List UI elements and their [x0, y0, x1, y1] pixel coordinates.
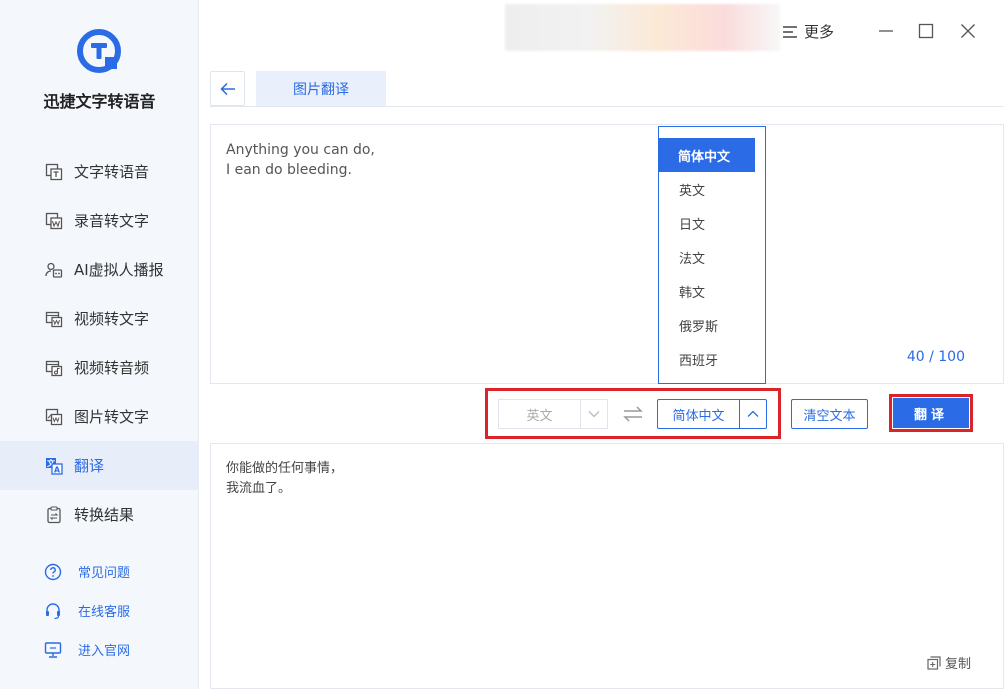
image-to-text-icon — [44, 407, 64, 427]
results-icon — [44, 505, 64, 525]
video-to-text-icon — [44, 309, 64, 329]
more-label: 更多 — [804, 23, 835, 41]
link-label: 常见问题 — [78, 566, 131, 581]
target-language-select[interactable]: 简体中文 — [657, 399, 767, 429]
link-online-support[interactable]: 在线客服 — [0, 591, 199, 630]
link-label: 在线客服 — [78, 605, 131, 620]
more-button[interactable]: 更多 — [782, 21, 834, 42]
sidebar-item-label: 文字转语音 — [74, 163, 150, 181]
copy-label: 复制 — [944, 657, 971, 672]
sidebar-item-results[interactable]: 转换结果 — [0, 490, 199, 539]
sidebar-item-translate[interactable]: 文A 翻译 — [0, 441, 199, 490]
chevron-down-icon — [580, 400, 607, 428]
result-text-area[interactable]: 你能做的任何事情， 我流血了。 复制 — [210, 443, 1004, 689]
faq-icon — [44, 563, 62, 581]
chevron-up-icon — [739, 400, 766, 428]
sidebar-item-image-to-text[interactable]: 图片转文字 — [0, 392, 199, 441]
ai-avatar-icon — [44, 260, 64, 280]
dropdown-option-english[interactable]: 英文 — [659, 172, 765, 206]
clear-text-button[interactable]: 清空文本 — [791, 399, 868, 429]
menu-icon — [783, 25, 797, 38]
source-line-1: Anything you can do, — [226, 142, 375, 158]
dropdown-option-simplified-chinese[interactable]: 简体中文 — [659, 138, 755, 172]
text-to-speech-icon — [44, 162, 64, 182]
source-language-select[interactable]: 英文 — [498, 399, 608, 429]
link-label: 进入官网 — [78, 644, 131, 659]
sidebar-item-video-to-audio[interactable]: 视频转音频 — [0, 343, 199, 392]
link-faq[interactable]: 常见问题 — [0, 552, 199, 591]
sidebar-item-label: 翻译 — [74, 457, 105, 475]
sidebar-nav: 文字转语音 录音转文字 AI虚拟人播报 视频转文字 视频转音频 图片转文字 文 … — [0, 147, 199, 539]
sidebar-item-text-to-speech[interactable]: 文字转语音 — [0, 147, 199, 196]
headset-icon — [44, 602, 62, 620]
sidebar-item-label: 视频转文字 — [74, 310, 150, 328]
sidebar-item-label: 图片转文字 — [74, 408, 150, 426]
dropdown-option-korean[interactable]: 韩文 — [659, 274, 765, 308]
source-text-area[interactable]: Anything you can do, I ean do bleeding. … — [210, 124, 1004, 384]
sidebar-item-label: 视频转音频 — [74, 359, 150, 377]
tab-image-translate[interactable]: 图片翻译 — [256, 71, 386, 106]
maximize-icon — [918, 23, 934, 39]
close-icon — [961, 24, 975, 38]
result-text: 你能做的任何事情， 我流血了。 — [226, 459, 343, 499]
copy-icon — [927, 655, 941, 670]
dropdown-option-french[interactable]: 法文 — [659, 240, 765, 274]
sidebar-item-recording-to-text[interactable]: 录音转文字 — [0, 196, 199, 245]
source-line-2: I ean do bleeding. — [226, 162, 352, 178]
sidebar-item-label: 转换结果 — [74, 506, 135, 524]
app-name: 迅捷文字转语音 — [43, 92, 156, 111]
translate-button[interactable]: 翻译 — [893, 398, 969, 428]
dropdown-option-russian[interactable]: 俄罗斯 — [659, 308, 765, 342]
arrow-left-icon — [219, 82, 235, 95]
video-to-audio-icon — [44, 358, 64, 378]
source-text: Anything you can do, I ean do bleeding. — [226, 140, 375, 180]
sidebar: 迅捷文字转语音 文字转语音 录音转文字 AI虚拟人播报 视频转文字 视频转音频 … — [0, 0, 199, 689]
sidebar-item-label: AI虚拟人播报 — [74, 261, 164, 279]
sidebar-links: 常见问题 在线客服 进入官网 — [0, 552, 199, 669]
website-icon — [44, 641, 62, 659]
source-language-value: 英文 — [526, 408, 553, 424]
translate-icon: 文A — [44, 456, 64, 476]
minimize-button[interactable] — [875, 20, 897, 42]
tab-divider — [210, 106, 1004, 107]
target-language-dropdown: 简体中文 英文 日文 法文 韩文 俄罗斯 西班牙 — [658, 126, 766, 384]
dropdown-option-spanish[interactable]: 西班牙 — [659, 342, 765, 376]
blurred-banner — [505, 4, 780, 51]
maximize-button[interactable] — [915, 20, 937, 42]
sidebar-item-ai-avatar[interactable]: AI虚拟人播报 — [0, 245, 199, 294]
app-logo-icon — [77, 29, 121, 73]
sidebar-item-label: 录音转文字 — [74, 212, 150, 230]
char-count: 40 / 100 — [906, 349, 965, 365]
minimize-icon — [879, 30, 893, 32]
result-line-2: 我流血了。 — [226, 481, 292, 496]
copy-button[interactable]: 复制 — [927, 653, 971, 672]
recording-to-text-icon — [44, 211, 64, 231]
swap-languages-button[interactable] — [621, 404, 645, 424]
sidebar-item-video-to-text[interactable]: 视频转文字 — [0, 294, 199, 343]
svg-text:A: A — [54, 465, 61, 474]
close-button[interactable] — [957, 20, 979, 42]
back-button[interactable] — [210, 71, 245, 106]
target-language-value: 简体中文 — [672, 408, 725, 424]
swap-icon — [623, 406, 643, 422]
link-official-website[interactable]: 进入官网 — [0, 630, 199, 669]
result-line-1: 你能做的任何事情， — [226, 461, 344, 476]
dropdown-option-japanese[interactable]: 日文 — [659, 206, 765, 240]
